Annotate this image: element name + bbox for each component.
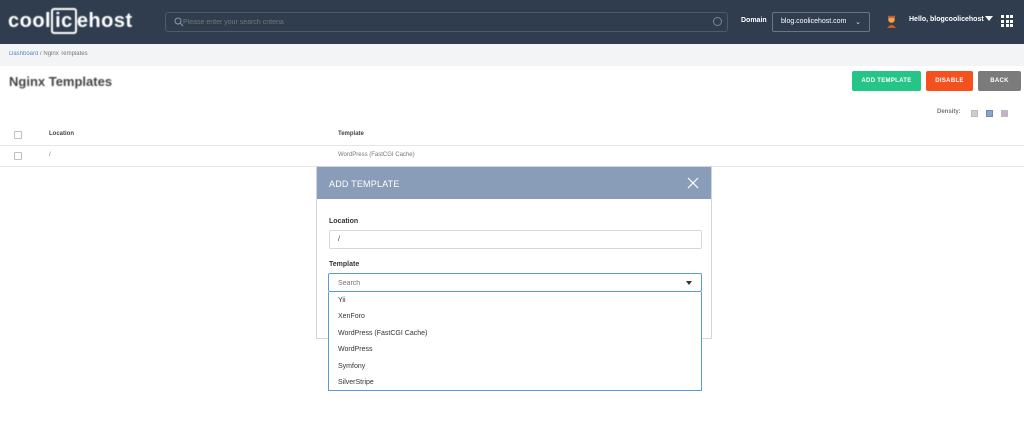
dropdown-option[interactable]: SilverStripe	[329, 375, 701, 392]
table-row[interactable]: / WordPress (FastCGI Cache)	[0, 146, 1024, 167]
domain-select-value: blog.coolicehost.com	[781, 18, 847, 25]
dropdown-option[interactable]: XenForo	[329, 309, 701, 326]
chevron-down-icon: ⌄	[855, 19, 861, 26]
disable-button[interactable]: DISABLE	[926, 71, 973, 91]
search-input[interactable]	[183, 14, 703, 30]
density-standard-icon[interactable]	[986, 110, 993, 117]
back-button[interactable]: BACK	[978, 71, 1021, 91]
row-checkbox[interactable]	[14, 152, 22, 160]
breadcrumb-current: Nginx Templates	[43, 51, 88, 57]
user-avatar-icon[interactable]	[886, 15, 897, 28]
clear-search-icon[interactable]	[713, 17, 722, 26]
breadcrumb-bar: Dashboard / Nginx Templates	[0, 44, 1024, 66]
modal-header: ADD TEMPLATE	[317, 167, 711, 199]
template-label: Template	[329, 261, 360, 268]
logo-text-boxed: ic	[51, 8, 77, 34]
domain-label: Domain	[741, 17, 767, 24]
caret-down-icon[interactable]	[686, 281, 692, 285]
domain-select[interactable]: blog.coolicehost.com ⌄	[772, 12, 870, 32]
dropdown-option[interactable]: WordPress	[329, 342, 701, 359]
location-label: Location	[329, 218, 359, 225]
global-search[interactable]	[165, 12, 728, 32]
table-header-row: Location Template	[0, 125, 1024, 146]
top-navbar: coolicehost Domain blog.coolicehost.com …	[0, 0, 1024, 44]
breadcrumb-home-link[interactable]: Dashboard	[9, 51, 38, 57]
apps-grid-icon[interactable]	[1001, 15, 1013, 27]
template-select[interactable]	[328, 273, 702, 292]
density-comfortable-icon[interactable]	[1001, 110, 1008, 117]
close-icon[interactable]	[687, 177, 699, 189]
density-compact-icon[interactable]	[971, 110, 978, 117]
template-dropdown-list: Yii XenForo WordPress (FastCGI Cache) Wo…	[328, 292, 702, 391]
brand-logo[interactable]: cool ic ehost	[8, 8, 133, 34]
dropdown-option[interactable]: Symfony	[329, 358, 701, 375]
logo-text-part: ehost	[76, 10, 133, 32]
dropdown-option[interactable]: Yii	[329, 292, 701, 309]
template-search-input[interactable]	[338, 277, 668, 289]
logo-text-part: cool	[8, 10, 52, 32]
user-greeting[interactable]: Hello, blogcoolicehost	[909, 16, 984, 23]
page-title: Nginx Templates	[9, 74, 113, 89]
cell-location: /	[49, 152, 51, 158]
caret-down-icon[interactable]	[985, 16, 993, 21]
column-header-location[interactable]: Location	[49, 131, 74, 137]
dropdown-option[interactable]: WordPress (FastCGI Cache)	[329, 325, 701, 342]
breadcrumb: Dashboard / Nginx Templates	[9, 51, 88, 57]
modal-title: ADD TEMPLATE	[329, 179, 400, 189]
column-header-template[interactable]: Template	[338, 131, 364, 137]
location-input[interactable]: /	[329, 230, 702, 249]
density-label: Density:	[937, 109, 961, 115]
add-template-button[interactable]: ADD TEMPLATE	[852, 71, 921, 91]
templates-table: Location Template / WordPress (FastCGI C…	[0, 125, 1024, 167]
cell-template: WordPress (FastCGI Cache)	[338, 152, 415, 158]
select-all-checkbox[interactable]	[14, 131, 22, 139]
